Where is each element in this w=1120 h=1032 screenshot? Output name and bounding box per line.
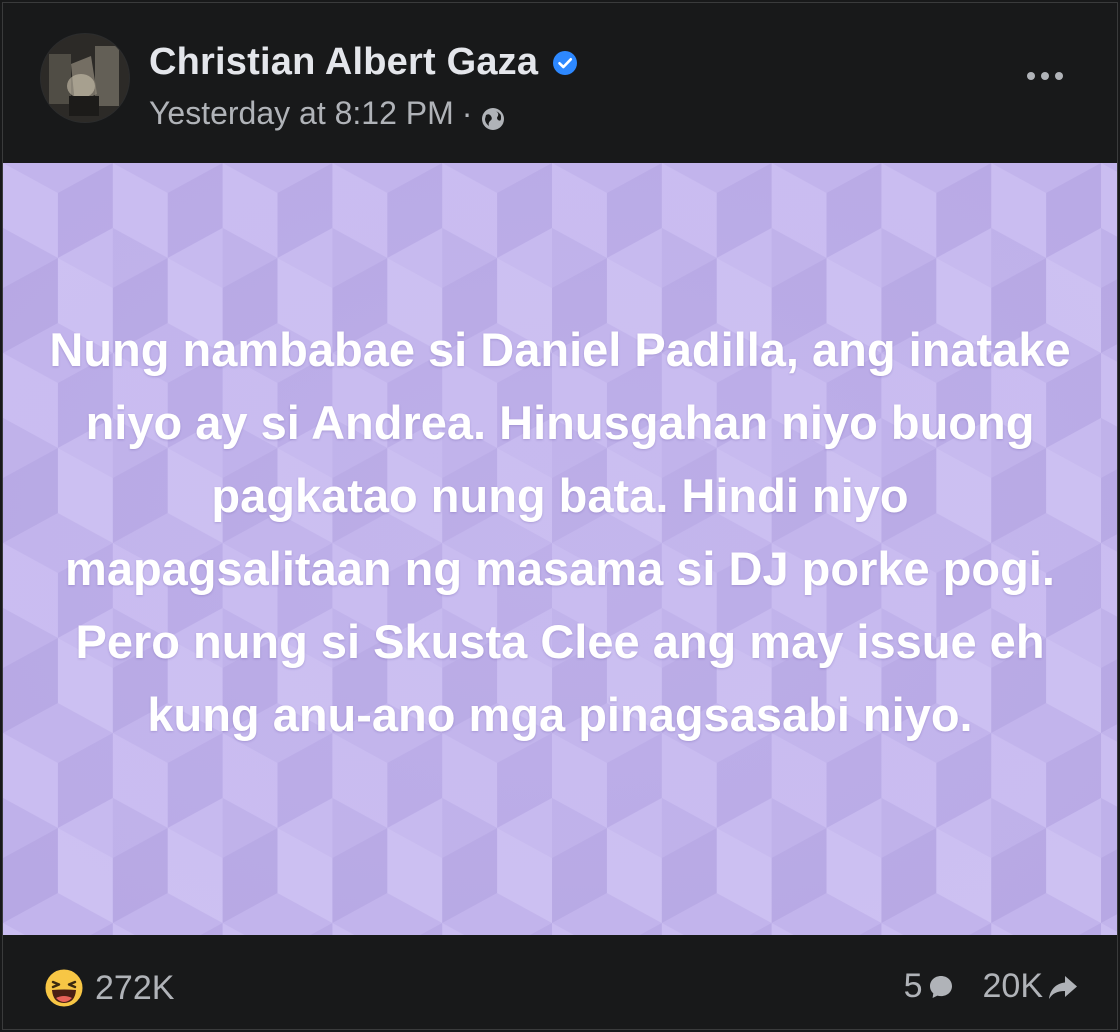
more-options-icon xyxy=(1027,72,1063,80)
avatar-photo xyxy=(41,34,129,122)
post-meta: Yesterday at 8:12 PM · xyxy=(149,95,506,132)
comment-icon xyxy=(929,975,952,998)
author-avatar[interactable] xyxy=(40,33,130,123)
comments-stat[interactable]: 5 xyxy=(904,967,955,1006)
author-name-row: Christian Albert Gaza xyxy=(149,41,578,84)
comment-count: 5 xyxy=(903,967,923,1005)
post-body-text: Nung nambabae si Daniel Padilla, ang ina… xyxy=(49,323,1071,741)
author-name[interactable]: Christian Albert Gaza xyxy=(149,41,538,84)
verified-badge-icon xyxy=(552,50,578,76)
shares-stat[interactable]: 20K xyxy=(983,967,1080,1006)
post-footer: 272K 5 20K xyxy=(3,937,1117,1029)
reaction-count: 272K xyxy=(95,968,175,1007)
meta-separator: · xyxy=(461,95,473,131)
post-content: Nung nambabae si Daniel Padilla, ang ina… xyxy=(3,163,1117,935)
post-header: Christian Albert Gaza Yesterday at 8:12 … xyxy=(3,3,1117,161)
engagement-stats: 5 20K xyxy=(904,967,1079,1006)
more-options-button[interactable] xyxy=(1021,61,1069,91)
share-icon xyxy=(1049,975,1077,999)
globe-icon[interactable] xyxy=(480,103,506,130)
haha-reaction-icon xyxy=(41,965,87,1011)
post-timestamp[interactable]: Yesterday at 8:12 PM xyxy=(149,95,454,132)
reactions-summary[interactable]: 272K xyxy=(41,965,174,1011)
post-card: Christian Albert Gaza Yesterday at 8:12 … xyxy=(2,2,1118,1030)
share-count: 20K xyxy=(982,967,1044,1005)
